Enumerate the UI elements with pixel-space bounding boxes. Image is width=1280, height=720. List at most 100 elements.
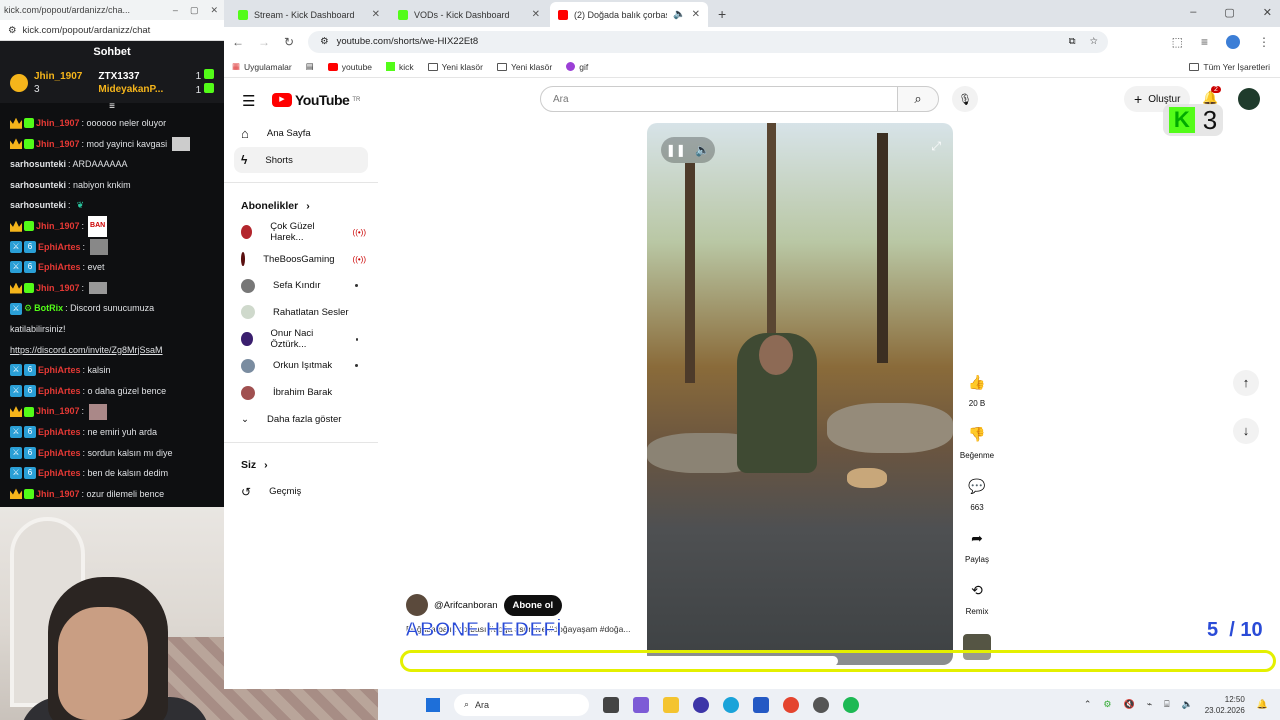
channel-name[interactable]: @Arifcanboran [434, 600, 498, 611]
close-tab-icon[interactable]: ✕ [692, 9, 700, 20]
comments-button[interactable]: 💬 663 [955, 474, 999, 526]
file-explorer-icon[interactable] [663, 696, 679, 713]
bookmark-gif[interactable]: gif [566, 62, 588, 72]
menu-icon[interactable]: ⋮ [1258, 35, 1270, 49]
tray-chevron-icon[interactable]: ⌃ [1084, 699, 1092, 710]
all-bookmarks[interactable]: Tüm Yer İşaretleri [1189, 62, 1280, 72]
close-tab-icon[interactable]: ✕ [372, 9, 380, 20]
next-short-button[interactable]: ↓ [1233, 418, 1259, 444]
bookmark-folder-2[interactable]: Yeni klasör [496, 62, 552, 72]
bot-badge-icon: ⚙ [24, 303, 33, 314]
voice-search-button[interactable]: 🎙 [952, 86, 978, 112]
sidebar-item-history[interactable]: ↺ Geçmiş [224, 478, 378, 505]
dislike-button[interactable]: 👎 Beğenme [955, 422, 999, 474]
start-menu-icon[interactable] [426, 697, 440, 712]
close-icon[interactable]: ✕ [1263, 6, 1272, 19]
subscription-item[interactable]: Orkun Işıtmak [224, 353, 378, 380]
back-icon[interactable]: ← [232, 35, 244, 49]
media-control-icon[interactable]: ≡ [1201, 35, 1208, 49]
taskbar-search[interactable]: ⌕ Ara [454, 693, 589, 716]
bookmark-youtube[interactable]: youtube [327, 62, 372, 72]
subscription-item[interactable]: Onur Naci Öztürk... [224, 326, 378, 353]
bookmark-star-icon[interactable]: ☆ [1090, 36, 1099, 47]
bookmark-apps[interactable]: ▦ Uygulamalar [232, 61, 292, 72]
share-button[interactable]: ➦ Paylaş [955, 526, 999, 578]
remix-button[interactable]: ⟲ Remix [955, 578, 999, 630]
close-tab-icon[interactable]: ✕ [532, 9, 540, 20]
webcam-person-face [58, 607, 148, 720]
gift-icon [204, 83, 214, 93]
subscription-item[interactable]: Sefa Kındır [224, 272, 378, 299]
spotify-icon[interactable] [843, 696, 859, 713]
search-button[interactable]: ⌕ [897, 86, 939, 112]
tray-network-icon[interactable]: ⌸ [1164, 699, 1169, 710]
forward-icon[interactable]: → [258, 35, 270, 49]
like-button[interactable]: 👍 20 B [955, 370, 999, 422]
tab-groups-icon[interactable]: ▤ [306, 61, 314, 72]
store-icon[interactable] [753, 696, 769, 713]
new-tab-button[interactable]: + [718, 6, 726, 22]
obs-icon[interactable] [693, 696, 709, 713]
channel-avatar[interactable] [406, 594, 428, 616]
minimize-icon[interactable]: – [1190, 6, 1196, 19]
plus-icon: + [1134, 91, 1143, 107]
tab-stream-dashboard[interactable]: Stream - Kick Dashboard ✕ [230, 2, 388, 27]
subscribe-button[interactable]: Abone ol [503, 594, 563, 616]
youtube-logo[interactable]: ▶ YouTube TR [272, 92, 360, 108]
edge-icon[interactable] [723, 696, 739, 713]
sidebar-item-home[interactable]: ⌂ Ana Sayfa [224, 120, 378, 147]
mute-tab-icon[interactable]: 🔈 [673, 9, 685, 20]
extensions-icon[interactable]: ⬚ [1172, 35, 1183, 49]
tab-youtube-short[interactable]: (2) Doğada balık çorbası #s 🔈 ✕ [550, 2, 708, 27]
hamburger-menu-icon[interactable]: ☰ [242, 92, 255, 110]
task-view-icon[interactable] [603, 696, 619, 713]
tray-volume-icon[interactable]: 🔈 [1182, 699, 1193, 710]
profile-avatar[interactable] [1226, 34, 1240, 49]
sub-badge-icon: 6 [24, 446, 36, 459]
search-input[interactable]: Ara [540, 86, 898, 112]
bookmark-folder-1[interactable]: Yeni klasör [427, 62, 483, 72]
app-icon[interactable] [813, 696, 829, 713]
subscriptions-header[interactable]: Abonelikler › [224, 192, 378, 219]
sidebar-item-shorts[interactable]: ϟ Shorts [234, 146, 368, 174]
popout-titlebar: kick.com/popout/ardanizz/cha... – ▢ ✕ [0, 0, 224, 20]
address-bar[interactable]: ⚙ youtube.com/shorts/we-HIX22Et8 ⧉ ☆ [308, 30, 1109, 53]
tray-mute-icon[interactable]: 🔇 [1123, 699, 1134, 710]
fullscreen-icon[interactable]: ⤢ [931, 139, 941, 154]
you-header[interactable]: Siz › [224, 452, 378, 479]
chrome-icon[interactable] [783, 696, 799, 713]
previous-short-button[interactable]: ↑ [1233, 370, 1259, 396]
crown-icon [10, 406, 22, 418]
account-avatar[interactable] [1238, 88, 1260, 110]
pause-icon[interactable]: ❚❚ [666, 143, 686, 157]
maximize-icon[interactable]: ▢ [1224, 6, 1234, 19]
reload-icon[interactable]: ↻ [284, 35, 294, 49]
site-info-icon[interactable]: ⚙ [8, 25, 17, 36]
maximize-icon[interactable]: ▢ [190, 5, 199, 16]
close-icon[interactable]: ✕ [210, 5, 218, 16]
subscription-item[interactable]: TheBoosGaming ((•)) [224, 246, 378, 273]
teams-icon[interactable] [633, 696, 649, 713]
collapse-icon[interactable]: ≡ [0, 102, 224, 113]
site-info-icon[interactable]: ⚙ [320, 36, 329, 47]
chat-message: ⚔ 6 EphiArtes: o daha güzel bence [10, 381, 214, 402]
bookmark-kick[interactable]: kick [386, 62, 414, 72]
subscription-item[interactable]: İbrahim Barak [224, 379, 378, 406]
sub-badge-icon [24, 488, 34, 499]
volume-icon[interactable]: 🔈 [695, 143, 710, 157]
subscription-item[interactable]: Çok Güzel Harek... ((•)) [224, 219, 378, 246]
minimize-icon[interactable]: – [173, 5, 178, 16]
show-more-button[interactable]: ⌄ Daha fazla göster [224, 406, 378, 433]
install-icon[interactable]: ⧉ [1069, 36, 1076, 47]
subscription-item[interactable]: Rahatlatan Sesler [224, 299, 378, 326]
tray-usb-icon[interactable]: ⌁ [1147, 699, 1152, 710]
taskbar-clock[interactable]: 12:50 23.02.2026 [1205, 694, 1245, 716]
notifications-icon[interactable]: 🔔 [1257, 699, 1268, 710]
shorts-video-player[interactable]: ❚❚ 🔈 ⤢ [647, 123, 953, 665]
discord-link[interactable]: https://discord.com/invite/Zg8MrjSsaM [10, 340, 214, 361]
tray-app-icon[interactable]: ⚙ [1103, 699, 1111, 710]
address-url: youtube.com/shorts/we-HIX22Et8 [336, 36, 479, 47]
windows-taskbar: ⌕ Ara ⌃ ⚙ 🔇 ⌁ ⌸ 🔈 12:50 23.02.2026 🔔 [378, 689, 1280, 720]
tab-vods-dashboard[interactable]: VODs - Kick Dashboard ✕ [390, 2, 548, 27]
popout-urlbar[interactable]: ⚙ kick.com/popout/ardanizz/chat [0, 20, 224, 41]
